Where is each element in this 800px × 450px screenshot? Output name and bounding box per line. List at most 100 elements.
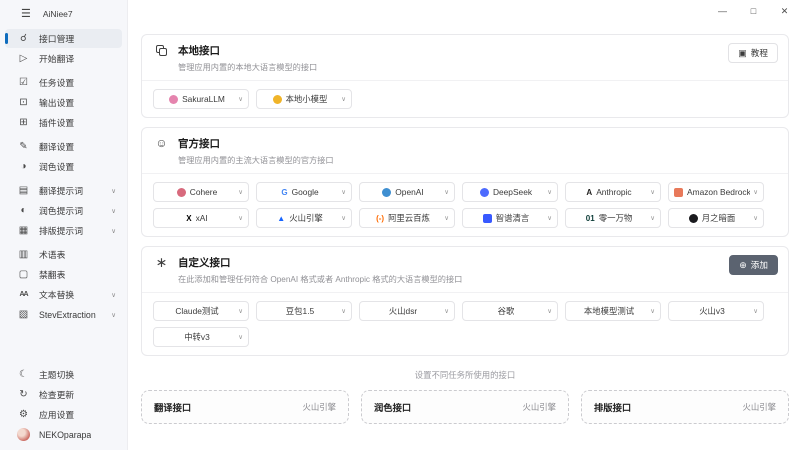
amazon-bedrock-icon <box>674 187 683 197</box>
local-section-title: 本地接口 <box>178 45 220 57</box>
interface-dropdown-xai[interactable]: XxAI ∨ <box>153 208 249 228</box>
sidebar-item-label: 术语表 <box>39 250 66 260</box>
sidebar-item-label: 应用设置 <box>39 410 75 420</box>
interface-dropdown-volcano-dsr[interactable]: 火山dsr ∨ <box>359 301 455 321</box>
interface-dropdown-guge[interactable]: 谷歌 ∨ <box>462 301 558 321</box>
official-interface-card: ☺ 官方接口 管理应用内置的主流大语言模型的官方接口 Cohere ∨ G Googl… <box>141 127 789 237</box>
moon-icon: ☾ <box>19 369 28 380</box>
interface-dropdown-aliyun-bailian[interactable]: (-) 阿里云百炼 ∨ <box>359 208 455 228</box>
sidebar-item-label: 排版提示词 <box>39 226 83 236</box>
chevron-down-icon: ∨ <box>238 189 243 196</box>
chevron-down-icon: ∨ <box>111 311 116 319</box>
sidebar-item-interface-management[interactable]: ☌ 接口管理 <box>5 29 122 48</box>
chevron-down-icon: ∨ <box>547 308 552 315</box>
sidebar-item-stev-extraction[interactable]: ▧ StevExtraction ∨ <box>5 305 122 324</box>
task-section-caption: 设置不同任务所使用的接口 <box>414 370 516 380</box>
interface-dropdown-doubao-1-5[interactable]: 豆包1.5 ∨ <box>256 301 352 321</box>
output-icon: ⊡ <box>19 97 28 108</box>
sidebar-item-polish-prompts[interactable]: ◐ 润色提示词 ∨ <box>5 201 122 220</box>
tutorial-icon: ▣ <box>738 47 747 58</box>
chevron-down-icon: ∨ <box>444 189 449 196</box>
sidebar-item-output-settings[interactable]: ⊡ 输出设置 <box>5 93 122 112</box>
chevron-down-icon: ∨ <box>753 189 758 196</box>
official-interface-list: Cohere ∨ G Google ∨ OpenAI ∨ DeepSeek ∨ A Anthropi… <box>142 174 788 236</box>
sidebar-item-glossary[interactable]: ▥ 术语表 <box>5 245 122 264</box>
sidebar-group: ▥ 术语表 ▢ 禁翻表 AA 文本替换 ∨ ▧ StevExtraction ∨ <box>0 245 127 324</box>
task-card-value: 火山引擎 <box>302 402 337 412</box>
sidebar-item-translate-prompts[interactable]: ▤ 翻译提示词 ∨ <box>5 181 122 200</box>
sidebar-item-translate-settings[interactable]: ✎ 翻译设置 <box>5 137 122 156</box>
sidebar-item-polish-settings[interactable]: ◑ 润色设置 <box>5 157 122 176</box>
custom-interface-card: ∗ 自定义接口 在此添加和管理任何符合 OpenAI 格式或者 Anthropi… <box>141 246 789 356</box>
sidebar-item-user-nekoparapa[interactable]: NEKOparapa <box>5 425 122 444</box>
local-interface-icon <box>154 43 169 59</box>
interface-dropdown-volcano-v3[interactable]: 火山v3 ∨ <box>668 301 764 321</box>
avatar <box>17 428 30 441</box>
chevron-down-icon: ∨ <box>111 291 116 299</box>
layout-prompt-icon: ▦ <box>18 225 29 236</box>
interface-dropdown-zhongzhuan-v3[interactable]: 中转v3 ∨ <box>153 327 249 347</box>
interface-name: 本地小模型 <box>285 94 328 104</box>
interface-name: 火山v3 <box>699 306 725 316</box>
sidebar-item-app-settings[interactable]: ⚙ 应用设置 <box>5 405 122 424</box>
interface-dropdown-anthropic[interactable]: A Anthropic ∨ <box>565 182 661 202</box>
update-icon: ↻ <box>19 389 28 400</box>
minimize-button[interactable]: — <box>707 0 738 22</box>
task-card-translate-interface[interactable]: 翻译接口 火山引擎 <box>141 390 349 424</box>
chevron-down-icon: ∨ <box>111 207 116 215</box>
interface-name: OpenAI <box>395 187 424 197</box>
no-translate-icon: ▢ <box>18 269 29 280</box>
interface-dropdown-google[interactable]: G Google ∨ <box>256 182 352 202</box>
interface-name: Claude测试 <box>175 306 219 316</box>
interface-dropdown-openai[interactable]: OpenAI ∨ <box>359 182 455 202</box>
interface-dropdown-local-model-test[interactable]: 本地模型测试 ∨ <box>565 301 661 321</box>
sidebar-item-theme-toggle[interactable]: ☾ 主题切换 <box>5 365 122 384</box>
chevron-down-icon: ∨ <box>111 187 116 195</box>
chevron-down-icon: ∨ <box>341 215 346 222</box>
chevron-down-icon: ∨ <box>238 334 243 341</box>
add-icon: ⊕ <box>739 259 747 270</box>
interface-name: Google <box>291 187 319 197</box>
interface-dropdown-volcano-engine[interactable]: ▲ 火山引擎 ∨ <box>256 208 352 228</box>
sidebar-item-task-settings[interactable]: ☑ 任务设置 <box>5 73 122 92</box>
chevron-down-icon: ∨ <box>547 215 552 222</box>
task-card-layout-interface[interactable]: 排版接口 火山引擎 <box>581 390 789 424</box>
sidebar-footer: ☾ 主题切换 ↻ 检查更新 ⚙ 应用设置 NEKOparapa <box>0 364 127 450</box>
interface-dropdown-amazon-bedrock[interactable]: Amazon Bedrock ∨ <box>668 182 764 202</box>
local-section-subtitle: 管理应用内置的本地大语言模型的接口 <box>178 63 318 72</box>
add-interface-button[interactable]: ⊕ 添加 <box>729 255 778 275</box>
titlebar-left: ☰ AiNiee7 <box>0 0 127 26</box>
interface-dropdown-cohere[interactable]: Cohere ∨ <box>153 182 249 202</box>
content: 本地接口 管理应用内置的本地大语言模型的接口 ▣ 教程 SakuraLLM ∨ 本地… <box>141 34 789 424</box>
tutorial-button[interactable]: ▣ 教程 <box>728 43 778 63</box>
sidebar-item-start-translate[interactable]: ▷ 开始翻译 <box>5 49 122 68</box>
interface-name: 谷歌 <box>497 306 515 316</box>
interface-dropdown-sakurallm[interactable]: SakuraLLM ∨ <box>153 89 249 109</box>
app-title: AiNiee7 <box>42 8 73 19</box>
sidebar-item-check-update[interactable]: ↻ 检查更新 <box>5 385 122 404</box>
close-button[interactable]: ✕ <box>769 0 800 22</box>
task-interface-row: 翻译接口 火山引擎 润色接口 火山引擎 排版接口 火山引擎 <box>141 390 789 424</box>
chevron-down-icon: ∨ <box>753 308 758 315</box>
sidebar-item-label: 翻译设置 <box>39 142 75 152</box>
interface-dropdown-zhipu[interactable]: 智谱清言 ∨ <box>462 208 558 228</box>
custom-interface-list: Claude测试 ∨ 豆包1.5 ∨ 火山dsr ∨ 谷歌 ∨ 本地模型测试 ∨ 火山v3 ∨ 中转v3… <box>142 293 788 355</box>
interface-dropdown-01ai[interactable]: 01 零一万物 ∨ <box>565 208 661 228</box>
interface-dropdown-moonshot[interactable]: 月之暗面 ∨ <box>668 208 764 228</box>
interface-name: 豆包1.5 <box>285 306 315 316</box>
interface-dropdown-deepseek[interactable]: DeepSeek ∨ <box>462 182 558 202</box>
interface-dropdown-local-small-model[interactable]: 本地小模型 ∨ <box>256 89 352 109</box>
local-interface-list: SakuraLLM ∨ 本地小模型 ∨ <box>142 81 788 117</box>
tasks-icon: ☑ <box>19 77 28 88</box>
menu-icon[interactable]: ☰ <box>21 7 31 20</box>
interface-dropdown-claude-test[interactable]: Claude测试 ∨ <box>153 301 249 321</box>
sidebar-item-no-translate-list[interactable]: ▢ 禁翻表 <box>5 265 122 284</box>
sidebar-item-layout-prompts[interactable]: ▦ 排版提示词 ∨ <box>5 221 122 240</box>
task-card-polish-interface[interactable]: 润色接口 火山引擎 <box>361 390 569 424</box>
official-interface-icon: ☺ <box>155 136 168 150</box>
maximize-button[interactable]: □ <box>738 0 769 22</box>
aliyun-bailian-icon: (-) <box>376 213 385 223</box>
sidebar-item-text-replace[interactable]: AA 文本替换 ∨ <box>5 285 122 304</box>
sidebar-item-plugin-settings[interactable]: ⊞ 插件设置 <box>5 113 122 132</box>
chevron-down-icon: ∨ <box>341 96 346 103</box>
